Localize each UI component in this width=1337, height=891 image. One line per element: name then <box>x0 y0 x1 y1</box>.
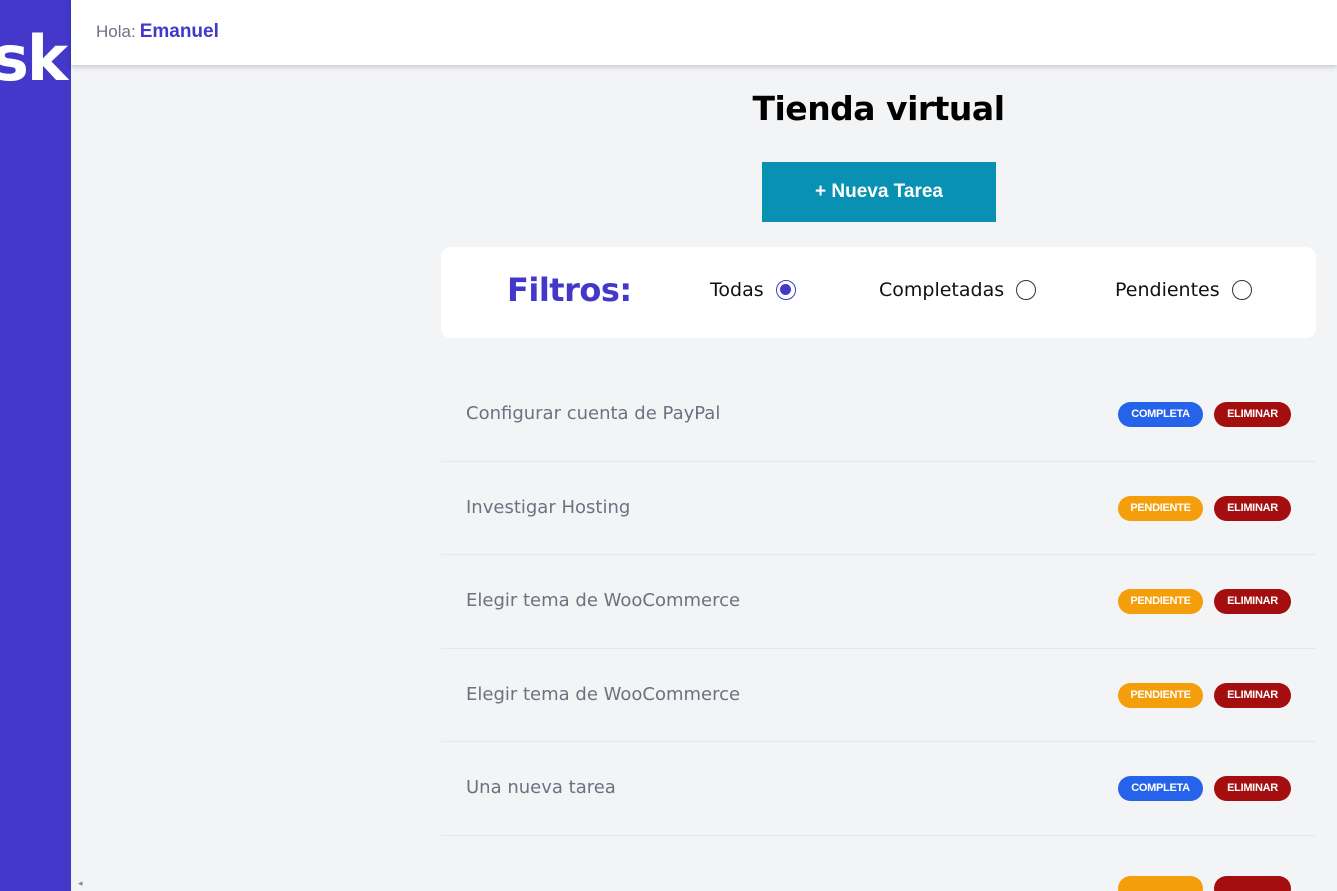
task-delete-button[interactable]: ELIMINAR <box>1214 776 1291 801</box>
new-task-button[interactable]: + Nueva Tarea <box>762 162 996 222</box>
task-state-button[interactable]: COMPLETA <box>1118 402 1203 427</box>
task-actions <box>1118 875 1291 891</box>
task-actions: PENDIENTE ELIMINAR <box>1118 682 1291 708</box>
task-row-partial <box>441 836 1316 891</box>
task-name: Una nueva tarea <box>466 777 616 798</box>
username: Emanuel <box>139 21 219 42</box>
task-actions: COMPLETA ELIMINAR <box>1118 402 1291 427</box>
task-state-button[interactable]: COMPLETA <box>1118 776 1203 801</box>
sidebar: sk <box>0 0 71 891</box>
filters-title: Filtros: <box>507 271 632 309</box>
task-actions: PENDIENTE ELIMINAR <box>1118 495 1291 521</box>
task-delete-button[interactable]: ELIMINAR <box>1214 402 1291 427</box>
task-name: Elegir tema de WooCommerce <box>466 590 741 611</box>
task-row: Investigar Hosting PENDIENTE ELIMINAR <box>441 462 1316 555</box>
task-row: Elegir tema de WooCommerce PENDIENTE ELI… <box>441 555 1316 649</box>
task-actions: COMPLETA ELIMINAR <box>1118 776 1291 801</box>
filter-pendientes-radio[interactable] <box>1231 280 1252 300</box>
task-actions: PENDIENTE ELIMINAR <box>1118 589 1291 614</box>
task-row: Configurar cuenta de PayPal COMPLETA ELI… <box>441 368 1316 462</box>
filter-todas[interactable]: Todas <box>710 279 796 301</box>
task-row: Una nueva tarea COMPLETA ELIMINAR <box>441 742 1316 836</box>
task-state-button[interactable]: PENDIENTE <box>1118 495 1203 521</box>
task-delete-button[interactable]: ELIMINAR <box>1214 495 1291 521</box>
filter-completadas-radio[interactable] <box>1016 280 1037 300</box>
greeting-label: Hola: <box>96 22 136 41</box>
filter-completadas[interactable]: Completadas <box>879 279 1037 301</box>
task-delete-button[interactable] <box>1214 875 1291 891</box>
filter-completadas-label: Completadas <box>879 279 1005 301</box>
task-name: Configurar cuenta de PayPal <box>466 403 721 424</box>
logo[interactable]: sk <box>0 24 68 94</box>
task-delete-button[interactable]: ELIMINAR <box>1214 682 1291 708</box>
filter-pendientes[interactable]: Pendientes <box>1115 279 1252 301</box>
filter-todas-radio[interactable] <box>775 280 796 300</box>
page-title: Tienda virtual <box>752 89 1005 128</box>
task-state-button[interactable] <box>1118 875 1203 891</box>
task-state-button[interactable]: PENDIENTE <box>1118 589 1203 614</box>
greeting: Hola: Emanuel <box>96 21 219 43</box>
main-content: Tienda virtual + Nueva Tarea Filtros: To… <box>441 65 1316 891</box>
scroll-left-arrow-icon[interactable]: ◂ <box>78 878 83 889</box>
task-name: Elegir tema de WooCommerce <box>466 683 741 705</box>
task-name: Investigar Hosting <box>466 496 631 518</box>
top-bar: Hola: Emanuel <box>71 0 1337 65</box>
task-state-button[interactable]: PENDIENTE <box>1118 682 1203 708</box>
task-row: Elegir tema de WooCommerce PENDIENTE ELI… <box>441 649 1316 742</box>
filter-pendientes-label: Pendientes <box>1115 279 1220 301</box>
task-delete-button[interactable]: ELIMINAR <box>1214 589 1291 614</box>
filter-todas-label: Todas <box>710 279 764 301</box>
filters-panel: Filtros: Todas Completadas Pendientes <box>441 247 1316 338</box>
task-list: Configurar cuenta de PayPal COMPLETA ELI… <box>441 368 1316 891</box>
